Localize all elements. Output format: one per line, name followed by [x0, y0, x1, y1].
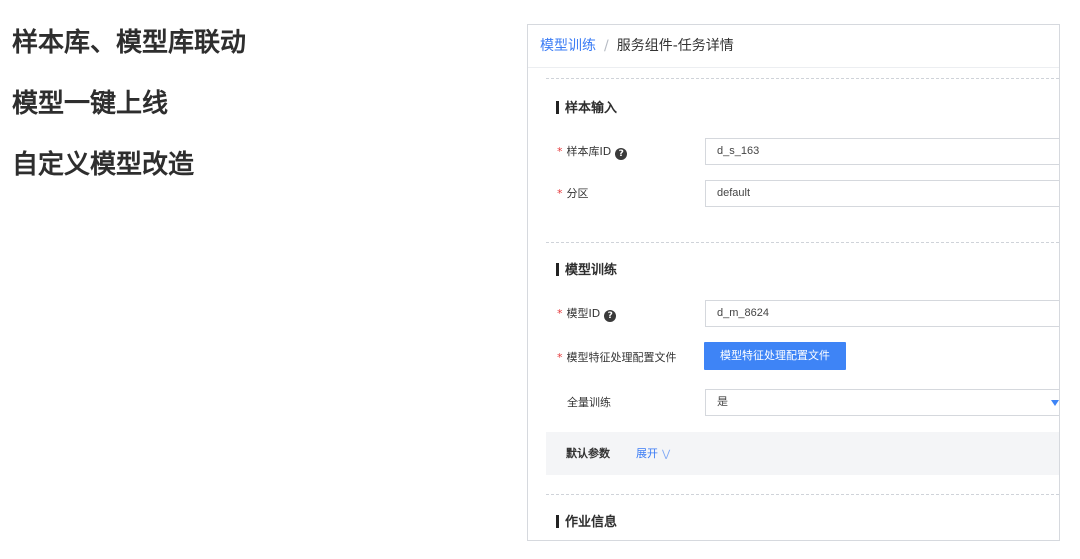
- partition-input[interactable]: default: [705, 180, 1059, 207]
- label-text: 样本库ID: [566, 145, 612, 158]
- section-divider: [546, 242, 1059, 243]
- feature-config-button[interactable]: 模型特征处理配置文件: [704, 342, 846, 370]
- section-title-text: 作业信息: [565, 515, 618, 530]
- section-title-text: 模型训练: [565, 263, 618, 278]
- section-title-model: 模型训练: [556, 262, 617, 280]
- help-icon[interactable]: ?: [604, 310, 617, 322]
- bullet-item: 样本库、模型库联动: [12, 28, 247, 58]
- section-divider: [546, 78, 1059, 79]
- bullet-item: 自定义模型改造: [12, 150, 195, 180]
- breadcrumb: 模型训练 / 服务组件-任务详情: [528, 25, 1059, 68]
- caret-down-icon: [1051, 400, 1059, 406]
- section-title-sample: 样本输入: [556, 100, 617, 118]
- label-text: 分区: [566, 187, 589, 200]
- breadcrumb-parent-link[interactable]: 模型训练: [540, 38, 596, 54]
- form-content: 样本输入 * 样本库ID? d_s_163 * 分区 default 模型训练 * 模…: [538, 68, 1059, 540]
- full-training-select[interactable]: 是: [705, 389, 1059, 416]
- selected-value: 是: [717, 396, 728, 408]
- section-divider: [546, 494, 1059, 495]
- help-icon[interactable]: ?: [615, 148, 628, 160]
- expand-toggle[interactable]: 展开 ⋁: [636, 445, 670, 461]
- field-label-library-id: * 样本库ID?: [557, 144, 628, 160]
- expand-label: 展开: [636, 447, 658, 460]
- field-label-partition: * 分区: [557, 187, 589, 200]
- feature-bullets: 样本库、模型库联动 模型一键上线 自定义模型改造: [12, 28, 246, 211]
- breadcrumb-current: 服务组件-任务详情: [616, 38, 734, 54]
- default-params-label: 默认参数: [566, 447, 610, 460]
- bullet-item: 模型一键上线: [12, 89, 169, 119]
- task-detail-panel: 模型训练 / 服务组件-任务详情 样本输入 * 样本库ID? d_s_163 * 分区 …: [527, 24, 1060, 541]
- section-title-job: 作业信息: [556, 514, 617, 532]
- label-text: 模型ID: [566, 307, 601, 320]
- section-title-text: 样本输入: [565, 101, 618, 116]
- label-text: 模型特征处理配置文件: [566, 351, 677, 364]
- breadcrumb-separator: /: [604, 38, 609, 54]
- model-id-input[interactable]: d_m_8624: [705, 300, 1059, 327]
- default-params-bar: 默认参数 展开 ⋁: [546, 432, 1059, 475]
- library-id-input[interactable]: d_s_163: [705, 138, 1059, 165]
- field-label-full-training: 全量训练: [567, 396, 611, 409]
- field-label-feature-config: * 模型特征处理配置文件: [557, 351, 677, 364]
- field-label-model-id: * 模型ID?: [557, 306, 617, 322]
- double-chevron-down-icon: ⋁: [662, 449, 671, 460]
